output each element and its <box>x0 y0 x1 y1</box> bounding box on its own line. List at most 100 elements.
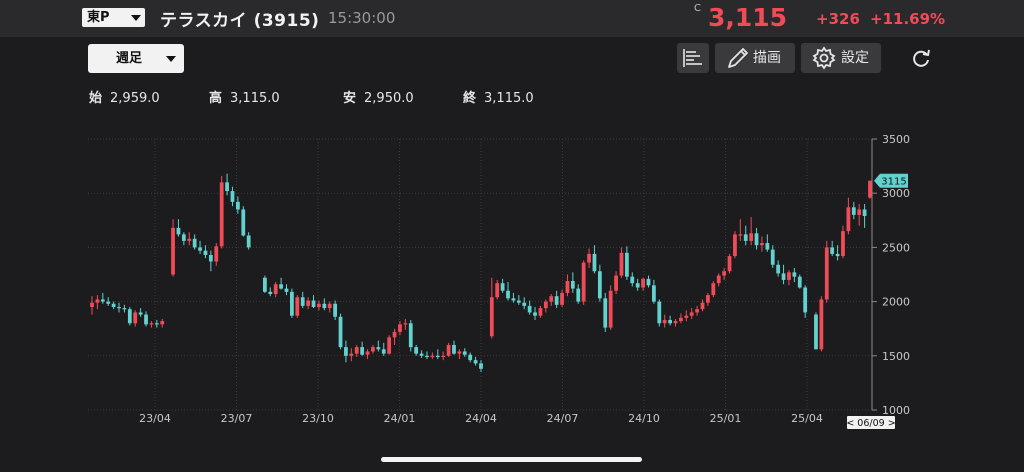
candle-body <box>576 288 581 302</box>
candle-body <box>317 303 321 308</box>
date-cursor-label: < 06/09 > <box>846 418 895 429</box>
x-tick-label: 25/01 <box>710 412 742 425</box>
candle-body <box>684 315 689 318</box>
candle-body <box>587 253 591 263</box>
candle-body <box>781 273 786 280</box>
candle-body <box>824 247 829 300</box>
candle-body <box>230 191 235 202</box>
candle-body <box>273 284 278 295</box>
candle-body <box>479 363 483 369</box>
candlestick-chart[interactable]: 3500 3000 2500 2000 1500 1000 23/04 23/07 23/10 2… <box>0 0 1024 472</box>
candle-body <box>419 353 424 356</box>
candle-body <box>506 290 510 299</box>
candle-body <box>290 291 294 316</box>
candle-body <box>835 253 840 257</box>
candle-body <box>706 295 710 303</box>
candle-body <box>722 271 727 276</box>
x-tick-label: 23/04 <box>139 412 171 425</box>
y-tick-label: 2000 <box>882 296 910 309</box>
candle-body <box>630 276 635 284</box>
candle-body <box>171 227 175 275</box>
candle-body <box>457 351 462 354</box>
candle-body <box>495 283 500 298</box>
candle-body <box>311 300 316 308</box>
candle-body <box>554 296 559 305</box>
candle-body <box>679 317 683 322</box>
candle-body <box>344 347 348 356</box>
candle-body <box>398 324 402 332</box>
candle-body <box>403 323 408 325</box>
candle-body <box>138 312 143 315</box>
candle-body <box>841 231 845 257</box>
candle-body <box>716 275 721 284</box>
candle-body <box>819 299 824 350</box>
candle-body <box>235 201 240 210</box>
x-tick-label: 24/07 <box>547 412 579 425</box>
candle-body <box>754 233 759 246</box>
candle-body <box>349 353 354 356</box>
candle-body <box>738 234 743 236</box>
candle-body <box>597 271 602 299</box>
candle-body <box>473 360 478 364</box>
candle-body <box>181 234 186 241</box>
candle-body <box>760 243 764 246</box>
candle-body <box>543 301 548 309</box>
candle-body <box>765 243 770 250</box>
x-tick-label: 24/04 <box>465 412 497 425</box>
candle-body <box>452 344 456 354</box>
candle-body <box>581 262 586 302</box>
candle-body <box>624 252 629 277</box>
candle-body <box>603 298 608 328</box>
y-tick-label: 2500 <box>882 241 910 254</box>
candle-body <box>673 321 678 324</box>
candle-body <box>365 351 370 355</box>
candle-body <box>111 303 116 308</box>
candle-body <box>662 320 667 324</box>
candle-body <box>338 316 343 348</box>
candle-body <box>570 281 575 289</box>
candle-body <box>565 281 570 293</box>
candle-body <box>333 303 338 317</box>
candle-body <box>154 323 159 325</box>
candle-body <box>814 314 818 350</box>
candle-body <box>446 344 451 356</box>
candle-body <box>489 297 494 337</box>
candle-body <box>160 321 165 325</box>
candle-body <box>187 238 192 241</box>
x-tick-label: 24/10 <box>628 412 660 425</box>
candle-body <box>95 299 100 303</box>
candle-body <box>749 233 754 241</box>
candle-body <box>689 312 694 316</box>
candle-body <box>435 355 440 357</box>
candle-body <box>462 351 467 355</box>
candle-body <box>144 314 148 325</box>
candle-body <box>792 272 797 277</box>
candle-body <box>527 305 532 313</box>
candle-body <box>797 276 802 288</box>
candle-body <box>387 337 392 354</box>
last-price-label: 3115 <box>881 177 906 188</box>
home-indicator <box>381 457 642 462</box>
candle-body <box>711 283 716 296</box>
candle-body <box>635 283 640 288</box>
candle-body <box>354 347 359 354</box>
candle-body <box>360 347 365 355</box>
candle-body <box>538 308 543 316</box>
candle-body <box>376 347 381 350</box>
candle-body <box>246 235 251 248</box>
candle-body <box>133 312 138 324</box>
candle-body <box>203 250 208 255</box>
y-tick-label: 3000 <box>882 187 910 200</box>
candle-body <box>425 355 429 357</box>
candle-body <box>106 301 111 304</box>
y-tick-label: 1500 <box>882 350 910 363</box>
candle-body <box>268 291 273 295</box>
candle-body <box>549 296 554 302</box>
candle-body <box>700 302 705 310</box>
candle-body <box>300 297 305 306</box>
candle-body <box>560 292 564 305</box>
candle-body <box>279 284 283 289</box>
x-tick-label: 24/01 <box>384 412 416 425</box>
candle-body <box>846 207 851 232</box>
candle-body <box>770 249 775 265</box>
